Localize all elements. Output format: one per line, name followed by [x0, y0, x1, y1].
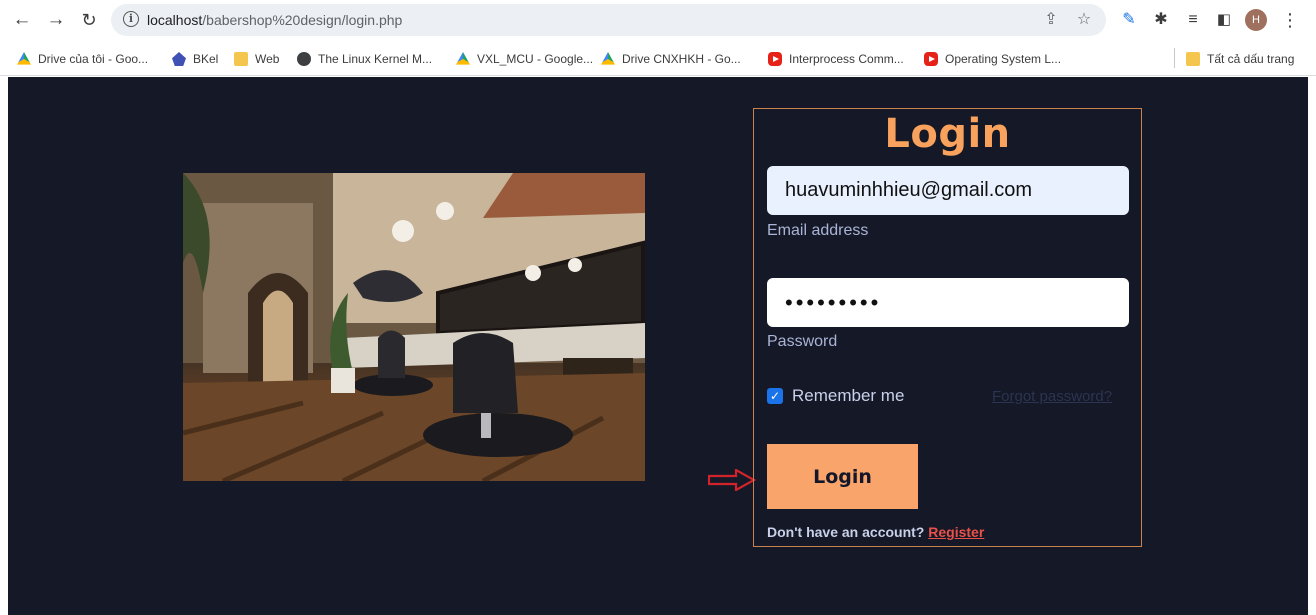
- bookmark-item[interactable]: The Linux Kernel M...: [297, 50, 432, 68]
- password-field[interactable]: [767, 278, 1129, 327]
- folder-icon: [1186, 52, 1200, 66]
- bookmark-item[interactable]: Interprocess Comm...: [768, 50, 904, 68]
- extensions-puzzle-icon[interactable]: ✱: [1150, 9, 1172, 31]
- google-drive-icon: [456, 52, 470, 65]
- bookmark-label: BKel: [193, 52, 219, 66]
- all-bookmarks[interactable]: Tất cả dấu trang: [1186, 50, 1294, 68]
- back-arrow-icon[interactable]: ←: [10, 8, 34, 32]
- profile-avatar[interactable]: H: [1245, 9, 1267, 31]
- barbershop-photo: [183, 173, 645, 481]
- login-form: Login Email address Password ✓ Remember …: [753, 108, 1142, 547]
- browser-toolbar: ← → ↻ i localhost/babershop%20design/log…: [0, 0, 1316, 40]
- email-field[interactable]: [767, 166, 1129, 215]
- register-link[interactable]: Register: [928, 524, 984, 540]
- password-label: Password: [767, 333, 838, 350]
- globe-icon: [297, 52, 311, 66]
- annotation-arrow-icon: [708, 469, 756, 491]
- url-path: /babershop%20design/login.php: [202, 12, 403, 28]
- bookmark-item[interactable]: Drive CNXHKH - Go...: [601, 50, 741, 68]
- bookmark-label: Operating System L...: [945, 52, 1062, 66]
- bookmark-item[interactable]: VXL_MCU - Google...: [456, 50, 593, 68]
- forgot-password-link[interactable]: Forgot password?: [992, 388, 1112, 405]
- bookmark-label: VXL_MCU - Google...: [477, 52, 594, 66]
- bookmark-item[interactable]: Web: [234, 50, 279, 68]
- reading-list-icon[interactable]: ≡: [1182, 9, 1204, 31]
- bookmarks-divider: [1174, 48, 1175, 68]
- bookmark-item[interactable]: Drive của tôi - Goo...: [17, 50, 148, 68]
- checkmark-icon[interactable]: ✓: [767, 388, 783, 404]
- bookmark-item[interactable]: Operating System L...: [924, 50, 1061, 68]
- no-account-text: Don't have an account?: [767, 524, 925, 540]
- share-icon[interactable]: ⇪: [1041, 10, 1061, 30]
- bookmark-label: Web: [255, 52, 280, 66]
- url-text: localhost/babershop%20design/login.php: [147, 12, 402, 28]
- register-prompt: Don't have an account? Register: [767, 524, 984, 540]
- google-drive-icon: [601, 52, 615, 65]
- reload-icon[interactable]: ↻: [77, 8, 101, 32]
- page-content: Login Email address Password ✓ Remember …: [8, 77, 1308, 615]
- youtube-icon: [768, 52, 782, 66]
- pen-extension-icon[interactable]: ✎: [1118, 9, 1140, 31]
- bookmarks-bar: Drive của tôi - Goo... BKel Web The Linu…: [0, 40, 1316, 76]
- menu-kebab-icon[interactable]: ⋮: [1279, 9, 1301, 31]
- url-host: localhost: [147, 12, 203, 28]
- google-drive-icon: [17, 52, 31, 65]
- bkel-icon: [172, 52, 186, 66]
- forward-arrow-icon[interactable]: →: [44, 8, 68, 32]
- login-title: Login: [884, 111, 1011, 157]
- remember-me-checkbox[interactable]: ✓ Remember me: [767, 386, 904, 406]
- barbershop-interior-illustration: [183, 173, 645, 481]
- all-bookmarks-label: Tất cả dấu trang: [1207, 52, 1295, 66]
- site-info-icon[interactable]: i: [123, 11, 139, 27]
- youtube-icon: [924, 52, 938, 66]
- login-button[interactable]: Login: [767, 444, 918, 509]
- bookmark-label: Interprocess Comm...: [789, 52, 904, 66]
- bookmark-label: Drive của tôi - Goo...: [38, 52, 149, 66]
- bookmark-star-icon[interactable]: ☆: [1074, 10, 1094, 30]
- bookmark-label: Drive CNXHKH - Go...: [622, 52, 741, 66]
- side-panel-icon[interactable]: ◧: [1213, 9, 1235, 31]
- email-label: Email address: [767, 222, 869, 239]
- folder-icon: [234, 52, 248, 66]
- bookmark-item[interactable]: BKel: [172, 50, 218, 68]
- remember-me-label: Remember me: [792, 386, 905, 405]
- address-bar[interactable]: i localhost/babershop%20design/login.php…: [111, 4, 1106, 36]
- bookmark-label: The Linux Kernel M...: [318, 52, 433, 66]
